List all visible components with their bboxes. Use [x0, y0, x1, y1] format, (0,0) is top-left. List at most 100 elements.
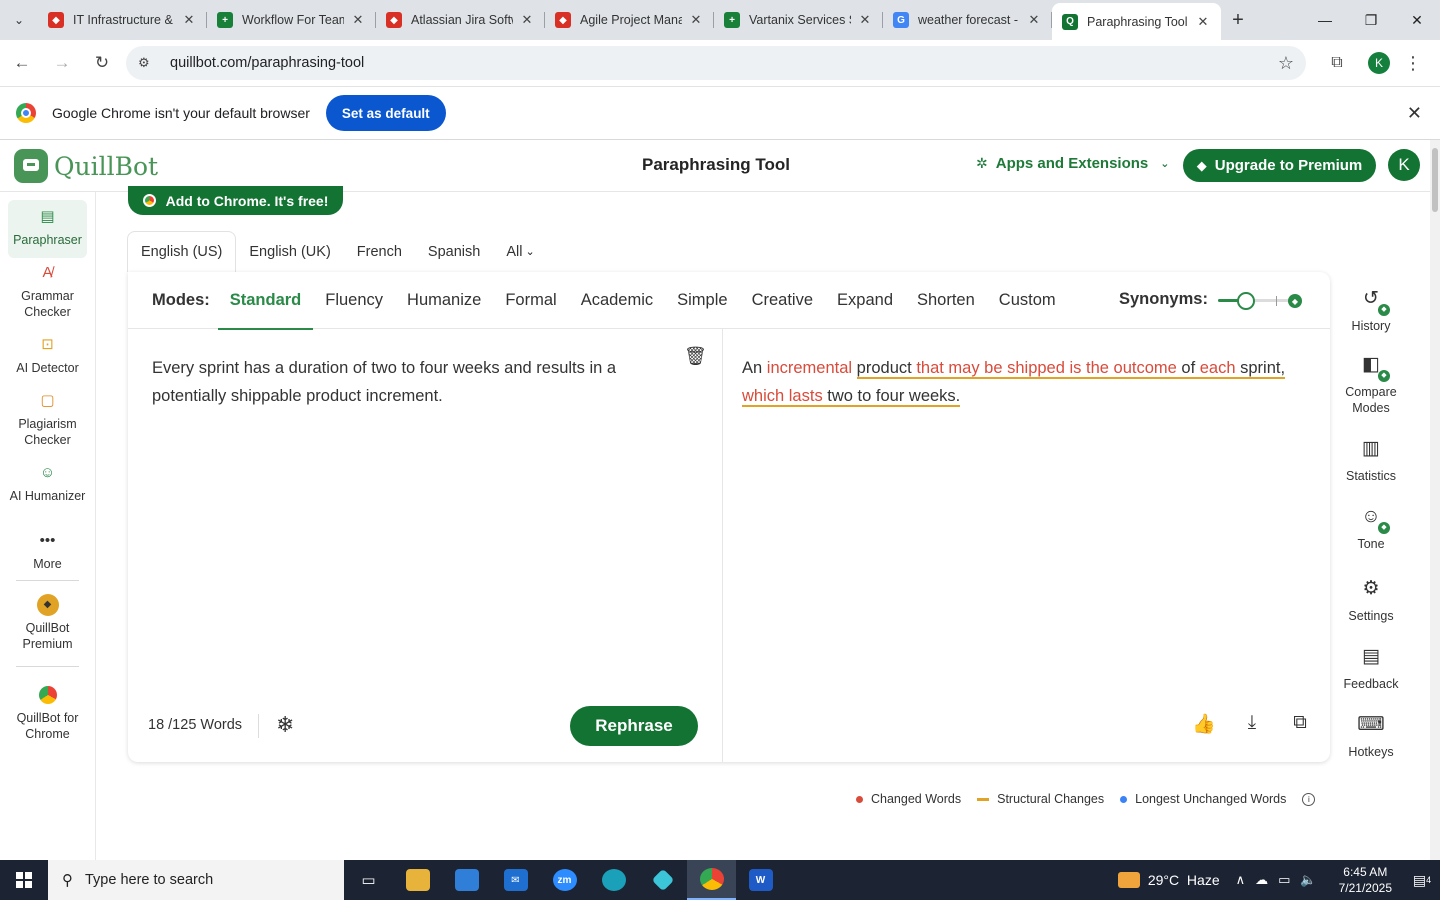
- add-to-chrome-button[interactable]: Add to Chrome. It's free!: [128, 186, 343, 215]
- notification-icon[interactable]: ▤ 4: [1404, 860, 1440, 900]
- language-tab[interactable]: English (US): [127, 231, 237, 272]
- word-icon[interactable]: W: [736, 860, 785, 900]
- browser-tab[interactable]: Q Paraphrasing Tool ✕: [1052, 3, 1221, 40]
- edge-icon[interactable]: [589, 860, 638, 900]
- reload-button[interactable]: ↻: [84, 45, 120, 81]
- close-window-button[interactable]: ✕: [1394, 0, 1440, 40]
- address-bar[interactable]: ⚙ quillbot.com/paraphrasing-tool ☆: [126, 46, 1306, 80]
- browser-tab[interactable]: ◆ Agile Project Mana ✕: [545, 3, 714, 37]
- chrome-taskbar-icon[interactable]: [687, 860, 736, 900]
- sidebar-item-premium[interactable]: ◆ QuillBot Premium: [8, 594, 87, 652]
- mode-tab[interactable]: Humanize: [407, 272, 481, 329]
- mode-tab[interactable]: Fluency: [325, 272, 383, 329]
- bookmark-star-icon[interactable]: ☆: [1278, 53, 1294, 74]
- close-tab-icon[interactable]: ✕: [1195, 14, 1211, 30]
- zoom-icon[interactable]: zm: [540, 860, 589, 900]
- input-text-area[interactable]: Every sprint has a duration of two to fo…: [152, 354, 672, 410]
- sidebar-item-paraphraser[interactable]: ▤ Paraphraser: [8, 200, 87, 258]
- set-as-default-button[interactable]: Set as default: [325, 95, 446, 131]
- output-segment[interactable]: incremental: [767, 359, 852, 377]
- close-tab-icon[interactable]: ✕: [181, 12, 197, 28]
- forward-button[interactable]: →: [44, 45, 80, 81]
- slider-handle[interactable]: [1237, 292, 1255, 310]
- output-text-area[interactable]: An incremental product that may be shipp…: [742, 354, 1312, 410]
- clock[interactable]: 6:45 AM 7/21/2025: [1339, 864, 1392, 896]
- tool-feedback[interactable]: ▤ Feedback: [1331, 644, 1411, 692]
- sidebar-item-chrome-extension[interactable]: QuillBot for Chrome: [8, 684, 87, 742]
- output-segment[interactable]: product: [856, 359, 912, 379]
- browser-tab[interactable]: ◆ Atlassian Jira Softw ✕: [376, 3, 545, 37]
- close-tab-icon[interactable]: ✕: [519, 12, 535, 28]
- sidebar-item-ai-detector[interactable]: ⊡ AI Detector: [8, 334, 87, 376]
- start-button[interactable]: [0, 860, 48, 900]
- close-tab-icon[interactable]: ✕: [688, 12, 704, 28]
- output-segment[interactable]: each: [1199, 359, 1236, 379]
- tool-history[interactable]: ↺ ◆ History: [1331, 286, 1411, 334]
- weather-widget[interactable]: 29°C Haze: [1117, 872, 1220, 888]
- mode-tab[interactable]: Custom: [999, 272, 1056, 329]
- mail-icon[interactable]: ✉: [491, 860, 540, 900]
- synonyms-slider[interactable]: ◆: [1218, 292, 1302, 310]
- output-segment[interactable]: [852, 359, 857, 377]
- language-tab[interactable]: French: [344, 231, 415, 272]
- tool-tone[interactable]: ☺ ◆ Tone: [1331, 504, 1411, 552]
- apps-and-extensions-menu[interactable]: ✲ Apps and Extensions ⌄: [976, 155, 1169, 172]
- sidebar-item-grammar-checker[interactable]: A̸ Grammar Checker: [8, 262, 87, 320]
- tool-statistics[interactable]: ▥ Statistics: [1331, 436, 1411, 484]
- user-avatar[interactable]: K: [1388, 149, 1420, 181]
- sidebar-item-plagiarism-checker[interactable]: ▢ Plagiarism Checker: [8, 390, 87, 448]
- cloud-icon[interactable]: ☁: [1255, 872, 1268, 888]
- browser-tab[interactable]: + Vartanix Services S ✕: [714, 3, 883, 37]
- browser-tab[interactable]: ◆ IT Infrastructure & ✕: [38, 3, 207, 37]
- feedback-thumbs-icon[interactable]: 👍: [1180, 712, 1228, 736]
- output-segment[interactable]: of: [1176, 359, 1200, 379]
- network-icon[interactable]: ▭: [1278, 872, 1290, 888]
- mode-tab[interactable]: Shorten: [917, 272, 975, 329]
- store-icon[interactable]: [442, 860, 491, 900]
- new-tab-button[interactable]: +: [1221, 0, 1255, 40]
- tool-hotkeys[interactable]: ⌨ Hotkeys: [1331, 712, 1411, 760]
- sidebar-item-more[interactable]: ••• More: [8, 530, 87, 572]
- trash-icon[interactable]: 🗑: [684, 346, 707, 367]
- volume-icon[interactable]: 🔈: [1300, 872, 1316, 888]
- mode-tab[interactable]: Simple: [677, 272, 727, 329]
- download-icon[interactable]: ⤓: [1228, 712, 1276, 736]
- extensions-icon[interactable]: ⧉: [1320, 54, 1354, 72]
- profile-avatar[interactable]: K: [1368, 52, 1390, 74]
- output-segment[interactable]: sprint,: [1235, 359, 1286, 379]
- mode-tab[interactable]: Expand: [837, 272, 893, 329]
- minimize-button[interactable]: —: [1302, 0, 1348, 40]
- browser-menu-icon[interactable]: ⋮: [1404, 53, 1422, 74]
- info-icon[interactable]: i: [1302, 792, 1316, 806]
- upgrade-to-premium-button[interactable]: ◆ Upgrade to Premium: [1183, 149, 1376, 182]
- output-segment[interactable]: An: [742, 359, 767, 377]
- tool-compare-modes[interactable]: ◧ ◆ Compare Modes: [1331, 352, 1411, 416]
- browser-tab[interactable]: + Workflow For Team ✕: [207, 3, 376, 37]
- output-segment[interactable]: which lasts: [742, 387, 823, 407]
- page-scrollbar[interactable]: [1430, 140, 1440, 860]
- mode-tab[interactable]: Academic: [581, 272, 653, 329]
- rephrase-button[interactable]: Rephrase: [570, 706, 698, 746]
- close-tab-icon[interactable]: ✕: [857, 12, 873, 28]
- mode-tab[interactable]: Formal: [505, 272, 556, 329]
- sidebar-item-ai-humanizer[interactable]: ☺ AI Humanizer: [8, 462, 87, 504]
- taskbar-search[interactable]: ⚲ Type here to search: [48, 860, 344, 900]
- browser-tab[interactable]: Gweather forecast - ✕: [883, 3, 1052, 37]
- language-tab[interactable]: English (UK): [236, 231, 343, 272]
- mode-tab[interactable]: Standard: [217, 272, 313, 330]
- task-view-icon[interactable]: ▭: [344, 860, 393, 900]
- freeze-words-icon[interactable]: ❄: [276, 712, 294, 738]
- output-segment[interactable]: two to four weeks.: [822, 387, 961, 407]
- mode-tab[interactable]: Creative: [752, 272, 813, 329]
- close-tab-icon[interactable]: ✕: [350, 12, 366, 28]
- tool-settings[interactable]: ⚙ Settings: [1331, 576, 1411, 624]
- chevron-up-icon[interactable]: ∧: [1236, 872, 1246, 888]
- app-icon[interactable]: [638, 860, 687, 900]
- close-infobar-icon[interactable]: ✕: [1407, 103, 1422, 124]
- output-segment[interactable]: that may be shipped is the outcome: [916, 359, 1177, 379]
- language-tab[interactable]: Spanish: [415, 231, 493, 272]
- scrollbar-thumb[interactable]: [1432, 148, 1438, 212]
- tab-search-button[interactable]: ⌄: [0, 0, 38, 40]
- back-button[interactable]: ←: [4, 45, 40, 81]
- copy-icon[interactable]: ⧉: [1276, 712, 1324, 736]
